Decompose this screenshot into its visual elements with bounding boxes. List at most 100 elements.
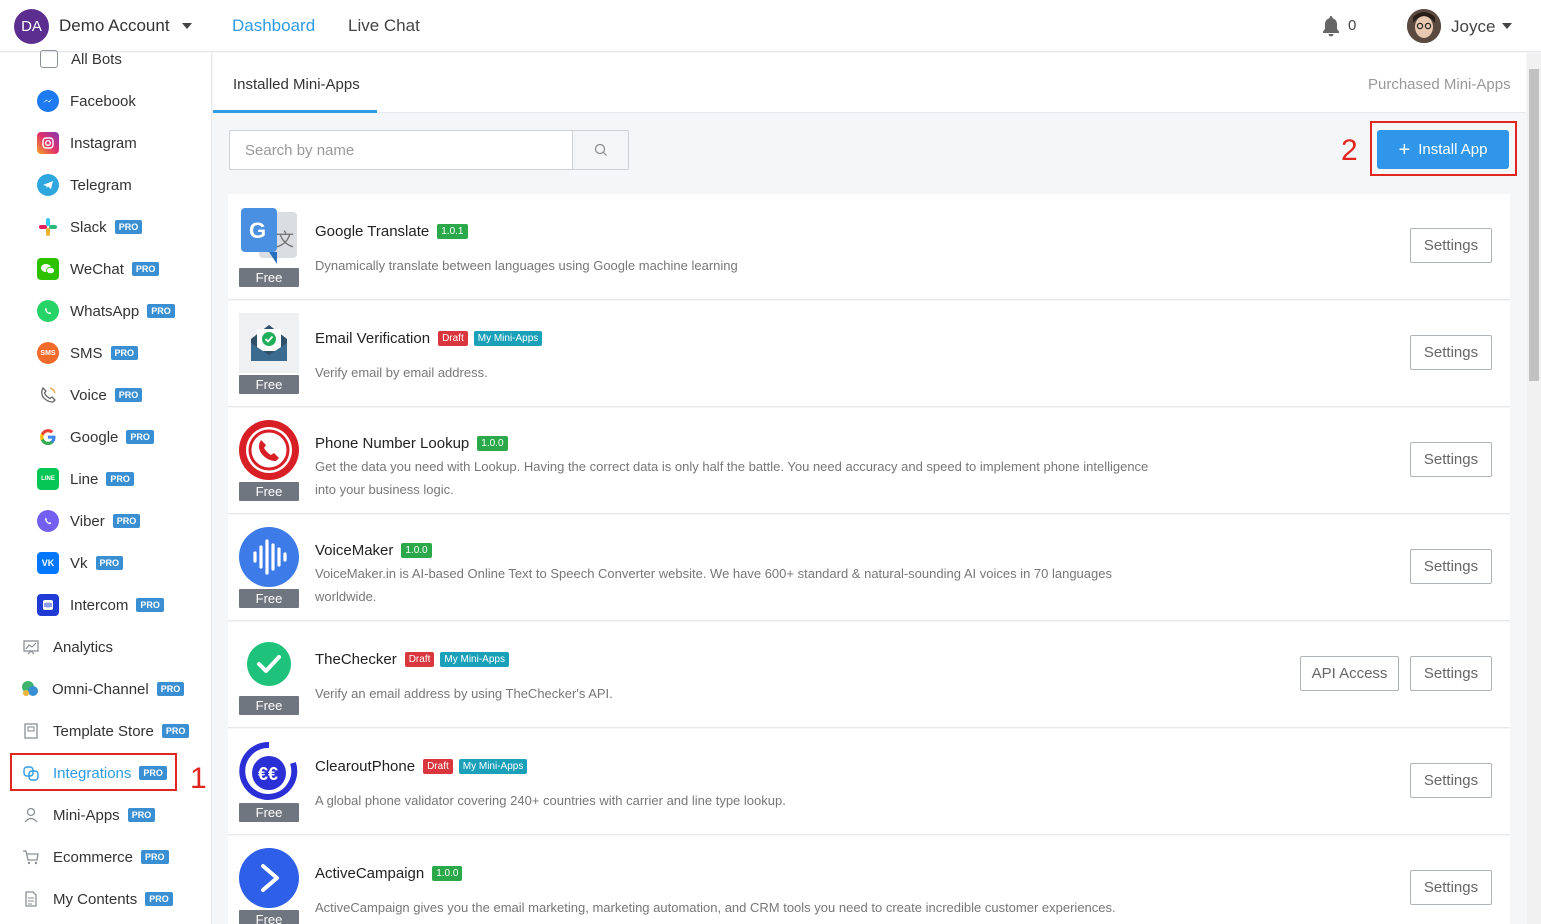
scrollbar-thumb[interactable] — [1529, 69, 1539, 381]
integrations-highlight — [10, 753, 177, 791]
slack-icon — [37, 216, 59, 238]
free-badge: Free — [239, 375, 299, 394]
clearoutphone-icon: €€ — [239, 741, 299, 801]
app-title: Google Translate 1.0.1 — [315, 223, 468, 240]
sidebar-item-my-contents[interactable]: My Contents PRO — [20, 884, 173, 914]
user-avatar[interactable] — [1407, 9, 1441, 43]
search-input[interactable] — [230, 131, 572, 169]
instagram-icon — [37, 132, 59, 154]
sidebar-item-whatsapp[interactable]: WhatsApp PRO — [37, 296, 175, 326]
settings-button[interactable]: Settings — [1410, 763, 1492, 798]
sidebar-item-label: Instagram — [70, 134, 137, 152]
app-card-activecampaign: Free ActiveCampaign 1.0.0 ActiveCampaign… — [228, 836, 1510, 924]
pro-badge: PRO — [106, 472, 134, 486]
sidebar-item-label: Google — [70, 428, 119, 446]
sidebar-item-wechat[interactable]: WeChat PRO — [37, 254, 160, 284]
sidebar-item-analytics[interactable]: Analytics — [20, 632, 113, 662]
sidebar-item-sms[interactable]: SMS SMS PRO — [37, 338, 139, 368]
pro-badge: PRO — [126, 430, 154, 444]
notification-count: 0 — [1348, 17, 1357, 34]
sidebar-item-label: My Contents — [53, 890, 138, 908]
app-description: A global phone validator covering 240+ c… — [315, 793, 786, 808]
app-card-clearoutphone: €€ Free ClearoutPhone Draft My Mini-Apps… — [228, 729, 1510, 835]
sidebar-item-voice[interactable]: Voice PRO — [37, 380, 143, 410]
settings-button[interactable]: Settings — [1410, 870, 1492, 905]
sidebar: All Bots Facebook Instagram Telegram Sla… — [0, 50, 212, 924]
sidebar-item-label: All Bots — [71, 50, 122, 68]
free-badge: Free — [239, 696, 299, 715]
settings-button[interactable]: Settings — [1410, 335, 1492, 370]
sidebar-item-label: Vk — [70, 554, 88, 572]
sidebar-item-label: Telegram — [70, 176, 132, 194]
settings-button[interactable]: Settings — [1410, 442, 1492, 477]
chevron-down-icon[interactable] — [1502, 23, 1512, 29]
chevron-down-icon[interactable] — [182, 23, 192, 29]
version-badge: 1.0.0 — [432, 866, 463, 881]
vk-icon: VK — [37, 552, 59, 574]
app-card-phone-number-lookup: Free Phone Number Lookup 1.0.0 Get the d… — [228, 408, 1510, 514]
vertical-scrollbar[interactable] — [1527, 53, 1541, 924]
sidebar-item-slack[interactable]: Slack PRO — [37, 212, 143, 242]
voicemaker-icon — [239, 527, 299, 587]
tab-installed-mini-apps[interactable]: Installed Mini-Apps — [233, 76, 360, 93]
app-title: ActiveCampaign 1.0.0 — [315, 865, 463, 882]
version-badge: 1.0.0 — [477, 436, 508, 451]
sidebar-item-all-bots[interactable]: All Bots — [38, 44, 122, 74]
draft-badge: Draft — [404, 652, 435, 667]
pro-badge: PRO — [110, 346, 139, 360]
pro-badge: PRO — [95, 556, 124, 570]
analytics-icon — [20, 636, 42, 658]
sidebar-item-vk[interactable]: VK Vk PRO — [37, 548, 124, 578]
sidebar-item-label: Template Store — [53, 722, 154, 740]
sidebar-item-omni-channel[interactable]: Omni-Channel PRO — [19, 674, 185, 704]
nav-dashboard[interactable]: Dashboard — [232, 16, 315, 36]
viber-icon — [37, 510, 59, 532]
account-name[interactable]: Demo Account — [59, 16, 170, 36]
telegram-icon — [37, 174, 59, 196]
draft-badge: Draft — [438, 331, 468, 346]
sidebar-item-template-store[interactable]: Template Store PRO — [20, 716, 190, 746]
app-name: TheChecker — [315, 651, 397, 668]
settings-button[interactable]: Settings — [1410, 549, 1492, 584]
phone-icon — [37, 384, 59, 406]
email-verification-icon — [239, 313, 299, 373]
top-bar: DA Demo Account Dashboard Live Chat 0 Jo… — [0, 0, 1541, 52]
app-name: Email Verification — [315, 330, 431, 347]
sidebar-item-label: Voice — [70, 386, 107, 404]
sidebar-item-intercom[interactable]: Intercom PRO — [37, 590, 164, 620]
settings-button[interactable]: Settings — [1410, 228, 1492, 263]
nav-live-chat[interactable]: Live Chat — [348, 16, 420, 36]
cart-icon — [20, 846, 42, 868]
search-button[interactable] — [572, 131, 628, 169]
pro-badge: PRO — [114, 220, 143, 234]
app-name: ClearoutPhone — [315, 758, 416, 775]
sidebar-item-facebook[interactable]: Facebook — [37, 86, 136, 116]
pro-badge: PRO — [112, 514, 141, 528]
sidebar-item-mini-apps[interactable]: Mini-Apps PRO — [20, 800, 156, 830]
user-name[interactable]: Joyce — [1451, 17, 1495, 37]
step-1-label: 1 — [190, 762, 207, 795]
account-avatar[interactable]: DA — [14, 9, 49, 44]
sidebar-item-line[interactable]: LINE Line PRO — [37, 464, 134, 494]
sidebar-item-viber[interactable]: Viber PRO — [37, 506, 141, 536]
free-badge: Free — [239, 268, 299, 287]
free-badge: Free — [239, 482, 299, 501]
google-icon — [37, 426, 59, 448]
my-mini-apps-badge: My Mini-Apps — [458, 759, 528, 774]
sidebar-item-google[interactable]: Google PRO — [37, 422, 154, 452]
document-icon — [20, 888, 42, 910]
pro-badge: PRO — [114, 388, 143, 402]
sidebar-item-ecommerce[interactable]: Ecommerce PRO — [20, 842, 169, 872]
sidebar-item-instagram[interactable]: Instagram — [37, 128, 137, 158]
sidebar-item-telegram[interactable]: Telegram — [37, 170, 132, 200]
pro-badge: PRO — [127, 808, 156, 822]
settings-button[interactable]: Settings — [1410, 656, 1492, 691]
bell-icon[interactable] — [1321, 15, 1341, 37]
app-description: Verify email by email address. — [315, 365, 488, 380]
pro-badge: PRO — [156, 682, 185, 696]
pro-badge: PRO — [136, 598, 164, 612]
pro-badge: PRO — [141, 850, 169, 864]
app-description: ActiveCampaign gives you the email marke… — [315, 900, 1116, 915]
tab-purchased-mini-apps[interactable]: Purchased Mini-Apps — [1368, 76, 1511, 93]
api-access-button[interactable]: API Access — [1300, 656, 1399, 691]
